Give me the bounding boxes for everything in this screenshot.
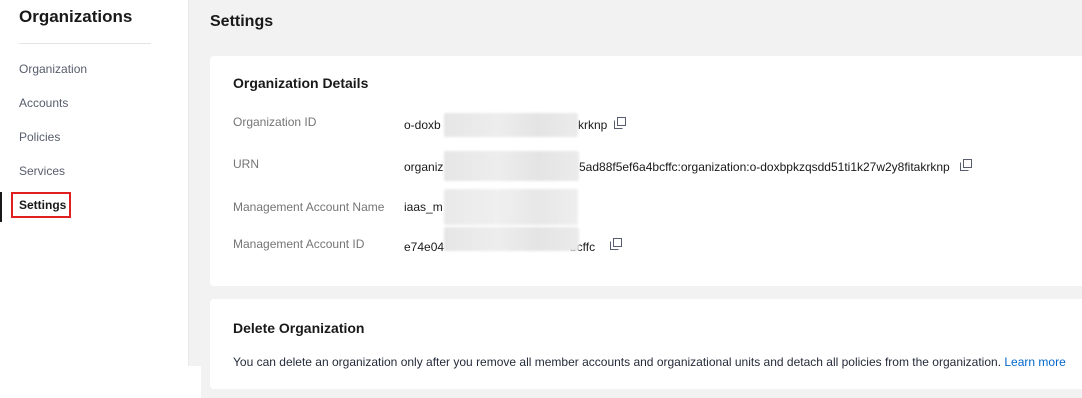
sidebar-divider bbox=[19, 43, 151, 44]
urn-prefix: organiz bbox=[404, 160, 444, 174]
sidebar-item-accounts[interactable]: Accounts bbox=[19, 95, 68, 111]
organization-details-heading: Organization Details bbox=[233, 75, 369, 91]
mgmt-account-id-label: Management Account ID bbox=[233, 237, 365, 251]
copy-icon[interactable] bbox=[960, 159, 972, 171]
delete-organization-description: You can delete an organization only afte… bbox=[233, 354, 1066, 370]
sidebar-item-policies[interactable]: Policies bbox=[19, 129, 60, 145]
delete-organization-card: Delete Organization You can delete an or… bbox=[210, 299, 1082, 389]
redacted-org-id bbox=[444, 113, 578, 137]
delete-organization-heading: Delete Organization bbox=[233, 320, 365, 336]
mgmt-account-name-label: Management Account Name bbox=[233, 200, 385, 214]
sidebar-tail bbox=[188, 366, 201, 398]
sidebar: Organizations Organization Accounts Poli… bbox=[0, 0, 189, 398]
mgmt-account-id-prefix: e74e04 bbox=[404, 240, 445, 254]
redacted-mgmt-name bbox=[444, 189, 578, 225]
active-nav-indicator bbox=[0, 192, 2, 222]
sidebar-item-services[interactable]: Services bbox=[19, 163, 65, 179]
sidebar-title: Organizations bbox=[19, 7, 133, 26]
redacted-mgmt-id bbox=[444, 227, 579, 251]
org-id-label: Organization ID bbox=[233, 115, 317, 129]
redacted-urn bbox=[444, 151, 579, 181]
copy-icon[interactable] bbox=[610, 238, 622, 250]
sidebar-item-organization[interactable]: Organization bbox=[19, 61, 87, 77]
app-root: Organizations Organization Accounts Poli… bbox=[0, 0, 1082, 398]
urn-suffix: 5ad88f5ef6a4bcffc:organization:o-doxbpkz… bbox=[579, 160, 950, 174]
org-id-suffix: krknp bbox=[578, 118, 608, 132]
urn-label: URN bbox=[233, 157, 259, 171]
page-title: Settings bbox=[210, 13, 274, 30]
delete-description-text: You can delete an organization only afte… bbox=[233, 355, 1002, 369]
copy-icon[interactable] bbox=[614, 117, 626, 129]
sidebar-item-settings[interactable]: Settings bbox=[19, 197, 66, 213]
mgmt-account-name-value: iaas_m bbox=[404, 200, 443, 214]
learn-more-link[interactable]: Learn more bbox=[1004, 355, 1065, 369]
organization-details-card: Organization Details Organization ID o-d… bbox=[210, 56, 1082, 286]
org-id-prefix: o-doxb bbox=[404, 118, 441, 132]
